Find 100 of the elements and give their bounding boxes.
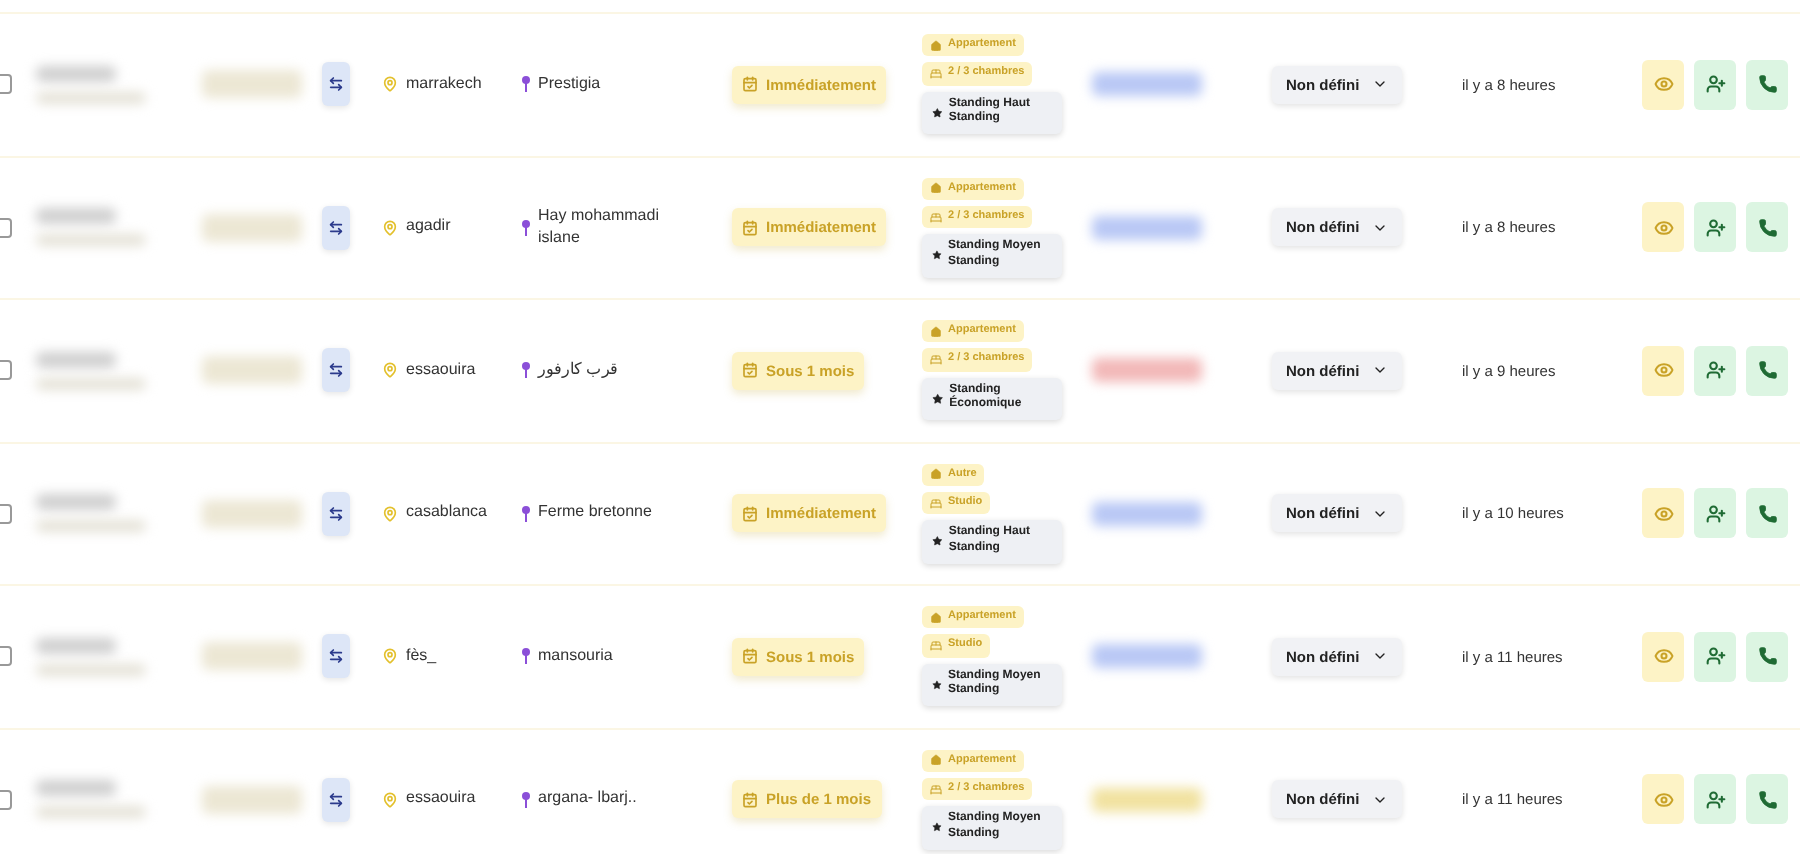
call-button[interactable] bbox=[1746, 202, 1788, 253]
star-icon bbox=[932, 391, 944, 406]
city-text: casablanca bbox=[406, 502, 487, 525]
bed-icon bbox=[930, 497, 942, 510]
eye-icon bbox=[1653, 503, 1673, 524]
calendar-icon bbox=[742, 648, 758, 665]
add-contact-button[interactable] bbox=[1694, 59, 1736, 110]
calendar-icon bbox=[742, 76, 758, 93]
star-icon bbox=[932, 534, 943, 549]
call-button[interactable] bbox=[1746, 59, 1788, 110]
phone-icon bbox=[1757, 217, 1777, 238]
pushpin-icon bbox=[522, 791, 530, 808]
swap-icon bbox=[328, 648, 344, 665]
phone-icon bbox=[1757, 360, 1777, 381]
user-plus-icon bbox=[1705, 360, 1725, 381]
star-icon bbox=[932, 677, 942, 692]
user-plus-icon bbox=[1705, 789, 1725, 810]
eye-icon bbox=[1653, 646, 1673, 667]
bed-icon bbox=[930, 354, 942, 367]
redacted-name bbox=[36, 65, 116, 82]
city-text: essaouira bbox=[406, 788, 476, 811]
house-icon bbox=[930, 754, 942, 767]
add-contact-button[interactable] bbox=[1694, 345, 1736, 396]
phone-icon bbox=[1757, 789, 1777, 810]
bed-icon bbox=[930, 640, 942, 653]
eye-icon bbox=[1653, 789, 1673, 810]
add-contact-button[interactable] bbox=[1694, 202, 1736, 253]
swap-button[interactable] bbox=[322, 634, 350, 679]
house-icon bbox=[930, 611, 942, 624]
house-icon bbox=[930, 39, 942, 52]
location-pin-icon bbox=[382, 362, 398, 379]
eye-icon bbox=[1653, 217, 1673, 238]
swap-icon bbox=[328, 791, 344, 808]
call-button[interactable] bbox=[1746, 631, 1788, 682]
district-text: mansouria bbox=[538, 645, 613, 668]
house-icon bbox=[930, 325, 942, 338]
swap-button[interactable] bbox=[322, 777, 350, 822]
redacted-name bbox=[36, 208, 116, 225]
eye-icon bbox=[1653, 74, 1673, 95]
redacted-contact bbox=[202, 499, 302, 528]
location-pin-icon bbox=[382, 76, 398, 93]
location-pin-icon bbox=[382, 648, 398, 665]
bed-icon bbox=[930, 783, 942, 796]
redacted-detail bbox=[36, 377, 146, 390]
pushpin-icon bbox=[522, 648, 530, 665]
star-icon bbox=[932, 105, 943, 120]
bed-icon bbox=[930, 68, 942, 81]
district-text: argana- lbarj.. bbox=[538, 788, 637, 811]
call-button[interactable] bbox=[1746, 345, 1788, 396]
eye-icon bbox=[1653, 360, 1673, 381]
redacted-contact bbox=[202, 785, 302, 814]
city-text: fès_ bbox=[406, 645, 437, 668]
phone-icon bbox=[1757, 74, 1777, 95]
swap-icon bbox=[328, 76, 344, 93]
user-plus-icon bbox=[1705, 503, 1725, 524]
phone-icon bbox=[1757, 646, 1777, 667]
swap-icon bbox=[328, 362, 344, 379]
swap-icon bbox=[328, 219, 344, 236]
redacted-contact bbox=[202, 642, 302, 671]
redacted-name bbox=[36, 780, 116, 797]
city-text: marrakech bbox=[406, 73, 482, 96]
redacted-detail bbox=[36, 806, 146, 819]
redacted-detail bbox=[36, 663, 146, 676]
district-text: Ferme bretonne bbox=[538, 502, 652, 525]
calendar-icon bbox=[742, 505, 758, 522]
location-pin-icon bbox=[382, 791, 398, 808]
user-plus-icon bbox=[1705, 74, 1725, 95]
location-pin-icon bbox=[382, 505, 398, 522]
calendar-icon bbox=[742, 791, 758, 808]
star-icon bbox=[932, 820, 942, 835]
redacted-contact bbox=[202, 213, 302, 242]
add-contact-button[interactable] bbox=[1694, 774, 1736, 825]
redacted-detail bbox=[36, 234, 146, 247]
user-plus-icon bbox=[1705, 217, 1725, 238]
district-text: Prestigia bbox=[538, 73, 601, 96]
star-icon bbox=[932, 248, 942, 263]
district-text: قرب كارفور bbox=[538, 359, 619, 382]
redacted-detail bbox=[36, 91, 146, 104]
pushpin-icon bbox=[522, 76, 530, 93]
redacted-contact bbox=[202, 70, 302, 99]
calendar-icon bbox=[742, 362, 758, 379]
city-text: agadir bbox=[406, 216, 451, 239]
redacted-name bbox=[36, 351, 116, 368]
add-contact-button[interactable] bbox=[1694, 631, 1736, 682]
redacted-name bbox=[36, 494, 116, 511]
call-button[interactable] bbox=[1746, 488, 1788, 539]
add-contact-button[interactable] bbox=[1694, 488, 1736, 539]
pushpin-icon bbox=[522, 362, 530, 379]
swap-button[interactable] bbox=[322, 205, 350, 250]
bed-icon bbox=[930, 211, 942, 224]
city-text: essaouira bbox=[406, 359, 476, 382]
swap-icon bbox=[328, 505, 344, 522]
district-text: Hay mohammadi islane bbox=[538, 205, 661, 250]
call-button[interactable] bbox=[1746, 774, 1788, 825]
redacted-detail bbox=[36, 520, 146, 533]
swap-button[interactable] bbox=[322, 62, 350, 107]
swap-button[interactable] bbox=[322, 348, 350, 393]
pushpin-icon bbox=[522, 219, 530, 236]
swap-button[interactable] bbox=[322, 491, 350, 536]
house-icon bbox=[930, 182, 942, 195]
